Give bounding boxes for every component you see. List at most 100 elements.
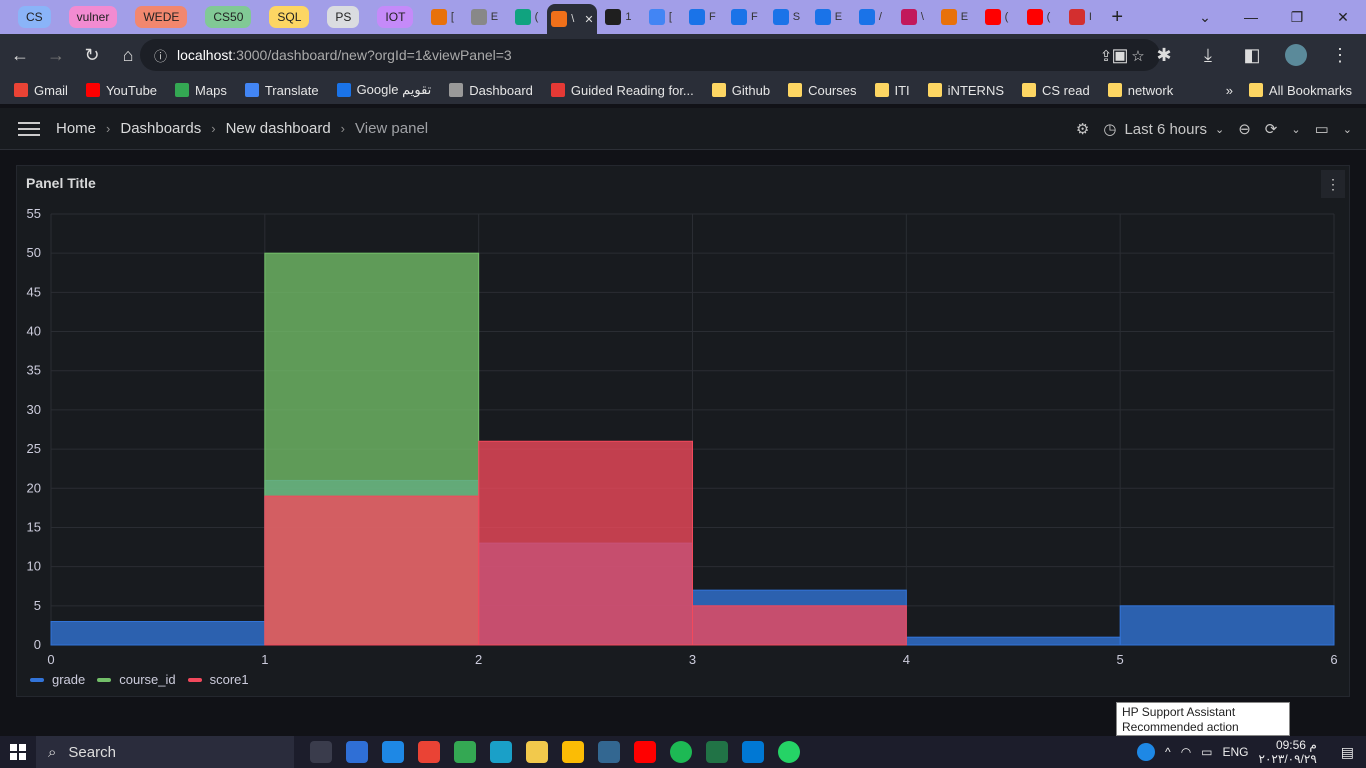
- bookmark-item[interactable]: Gmail: [14, 83, 68, 98]
- all-bookmarks-button[interactable]: All Bookmarks: [1248, 83, 1352, 98]
- browser-tab[interactable]: [: [421, 4, 463, 30]
- browser-tab[interactable]: F: [723, 4, 765, 30]
- chevron-up-icon[interactable]: ^: [1165, 745, 1171, 759]
- edge-icon[interactable]: [490, 741, 512, 763]
- settings-gear-icon[interactable]: ⚙: [1076, 120, 1089, 138]
- browser-tab[interactable]: E: [807, 4, 849, 30]
- tab-group-iot[interactable]: IOT: [377, 6, 414, 28]
- browser-tab[interactable]: S: [765, 4, 807, 30]
- browser-tab[interactable]: (: [1017, 4, 1059, 30]
- hp-support-icon[interactable]: [1137, 743, 1156, 761]
- bookmark-item[interactable]: Translate: [244, 83, 319, 98]
- bookmark-item[interactable]: Maps: [175, 83, 227, 98]
- minimize-icon[interactable]: —: [1228, 0, 1274, 34]
- bookmark-item[interactable]: Dashboard: [449, 83, 533, 98]
- zoom-out-icon[interactable]: ⊖: [1238, 120, 1251, 138]
- panel-menu-icon[interactable]: ⋮: [1321, 170, 1345, 198]
- tab-favicon-icon: [858, 9, 875, 25]
- browser-tab[interactable]: F: [681, 4, 723, 30]
- tab-group-ps[interactable]: PS: [327, 6, 360, 28]
- time-range-picker[interactable]: ◷ Last 6 hours ⌄: [1103, 120, 1224, 139]
- gmail-icon[interactable]: [418, 741, 440, 763]
- mail-icon[interactable]: [382, 741, 404, 763]
- tab-group-sql[interactable]: SQL: [269, 6, 310, 28]
- excel-icon[interactable]: [706, 741, 728, 763]
- store-icon[interactable]: [346, 741, 368, 763]
- browser-tab[interactable]: 1: [597, 4, 639, 30]
- battery-icon[interactable]: ▭: [1201, 745, 1212, 759]
- postgres-icon[interactable]: [598, 741, 620, 763]
- taskbar-search[interactable]: ⌕ Search: [36, 736, 294, 768]
- browser-tab[interactable]: [: [639, 4, 681, 30]
- task-view-icon[interactable]: [310, 741, 332, 763]
- bookmark-item[interactable]: YouTube: [85, 83, 157, 98]
- browser-tab[interactable]: \: [891, 4, 933, 30]
- language-indicator[interactable]: ENG: [1223, 745, 1249, 759]
- close-tab-icon[interactable]: ✕: [584, 13, 593, 26]
- bookmark-item[interactable]: CS read: [1022, 83, 1090, 98]
- browser-tab[interactable]: \ ✕: [547, 4, 598, 34]
- browser-tab[interactable]: E: [933, 4, 975, 30]
- browser-tab[interactable]: /: [849, 4, 891, 30]
- file-explorer-icon[interactable]: [526, 741, 548, 763]
- profile-avatar[interactable]: [1280, 39, 1312, 71]
- refresh-interval-chevron-icon[interactable]: ⌄: [1291, 123, 1300, 136]
- bookmark-item[interactable]: iNTERNS: [927, 83, 1004, 98]
- bookmark-item[interactable]: Guided Reading for...: [550, 83, 694, 98]
- spotify-icon[interactable]: [670, 741, 692, 763]
- kebab-menu-icon[interactable]: ⋮: [1324, 39, 1356, 71]
- refresh-icon[interactable]: ⟳: [1265, 120, 1278, 138]
- tab-strip: CS vulner WEDE CS50 SQL PS IOT[E(\ ✕ 1[F F S E / \ E((…: [0, 0, 1366, 34]
- extension-icon[interactable]: ▣: [1104, 39, 1136, 71]
- breadcrumb-dashboards[interactable]: Dashboards: [120, 120, 201, 137]
- breadcrumb-home[interactable]: Home: [56, 120, 96, 137]
- download-icon[interactable]: ⤓: [1192, 39, 1224, 71]
- tab-search-chevron-icon[interactable]: ⌄: [1182, 0, 1228, 34]
- browser-tab[interactable]: I: [1059, 4, 1101, 30]
- reload-icon[interactable]: ↻: [76, 39, 108, 71]
- browser-tab[interactable]: (: [505, 4, 547, 30]
- sidepanel-icon[interactable]: ◧: [1236, 39, 1268, 71]
- tab-group-cs[interactable]: CS: [18, 6, 51, 28]
- bookmark-item[interactable]: Github: [711, 83, 770, 98]
- url-path: :3000/dashboard/new?orgId=1&viewPanel=3: [232, 47, 512, 63]
- whatsapp-icon[interactable]: [778, 741, 800, 763]
- chrome-icon[interactable]: [562, 741, 584, 763]
- hp-support-tooltip[interactable]: HP Support Assistant Recommended action …: [1116, 702, 1290, 749]
- close-window-icon[interactable]: ✕: [1320, 0, 1366, 34]
- vscode-icon[interactable]: [742, 741, 764, 763]
- histogram-chart: 05101520253035404550550 1 2 3 4 5 6: [27, 206, 1338, 666]
- info-icon[interactable]: ⓘ: [154, 46, 167, 65]
- bookmark-item[interactable]: ITI: [874, 83, 910, 98]
- browser-tab[interactable]: (: [975, 4, 1017, 30]
- drive-icon[interactable]: [454, 741, 476, 763]
- url-input[interactable]: ⓘ localhost:3000/dashboard/new?orgId=1&v…: [140, 39, 1160, 71]
- tv-mode-icon[interactable]: ▭: [1315, 120, 1329, 138]
- legend-item-grade[interactable]: grade: [30, 672, 85, 687]
- tab-favicon-icon: [900, 9, 917, 25]
- legend-item-course_id[interactable]: course_id: [97, 672, 176, 687]
- view-mode-chevron-icon[interactable]: ⌄: [1343, 123, 1352, 136]
- tab-group-wede[interactable]: WEDE: [135, 6, 188, 28]
- notifications-icon[interactable]: ▤: [1341, 744, 1354, 761]
- clock[interactable]: 09:56 م ٢٠٢٣/٠٩/٢٩: [1259, 738, 1317, 766]
- restore-icon[interactable]: ❐: [1274, 0, 1320, 34]
- puzzle-icon[interactable]: ✱: [1148, 39, 1180, 71]
- forward-icon[interactable]: →: [40, 39, 72, 71]
- windows-start-icon[interactable]: [0, 736, 36, 768]
- browser-tab[interactable]: E: [463, 4, 505, 30]
- breadcrumb-new-dashboard[interactable]: New dashboard: [226, 120, 331, 137]
- bookmarks-overflow-icon[interactable]: »: [1226, 83, 1233, 98]
- tab-group-cs50[interactable]: CS50: [205, 6, 252, 28]
- wifi-icon[interactable]: ◠: [1181, 745, 1191, 759]
- bookmark-item[interactable]: Courses: [788, 83, 857, 98]
- panel-title[interactable]: Panel Title: [26, 175, 96, 191]
- bookmark-item[interactable]: network: [1107, 83, 1173, 98]
- new-tab-button[interactable]: +: [1111, 6, 1123, 29]
- legend-item-score1[interactable]: score1: [187, 672, 249, 687]
- menu-icon[interactable]: [18, 121, 40, 136]
- tab-group-vulner[interactable]: vulner: [68, 6, 118, 28]
- back-icon[interactable]: ←: [4, 39, 36, 71]
- youtube-icon[interactable]: [634, 741, 656, 763]
- bookmark-item[interactable]: Google تقويم: [336, 82, 431, 98]
